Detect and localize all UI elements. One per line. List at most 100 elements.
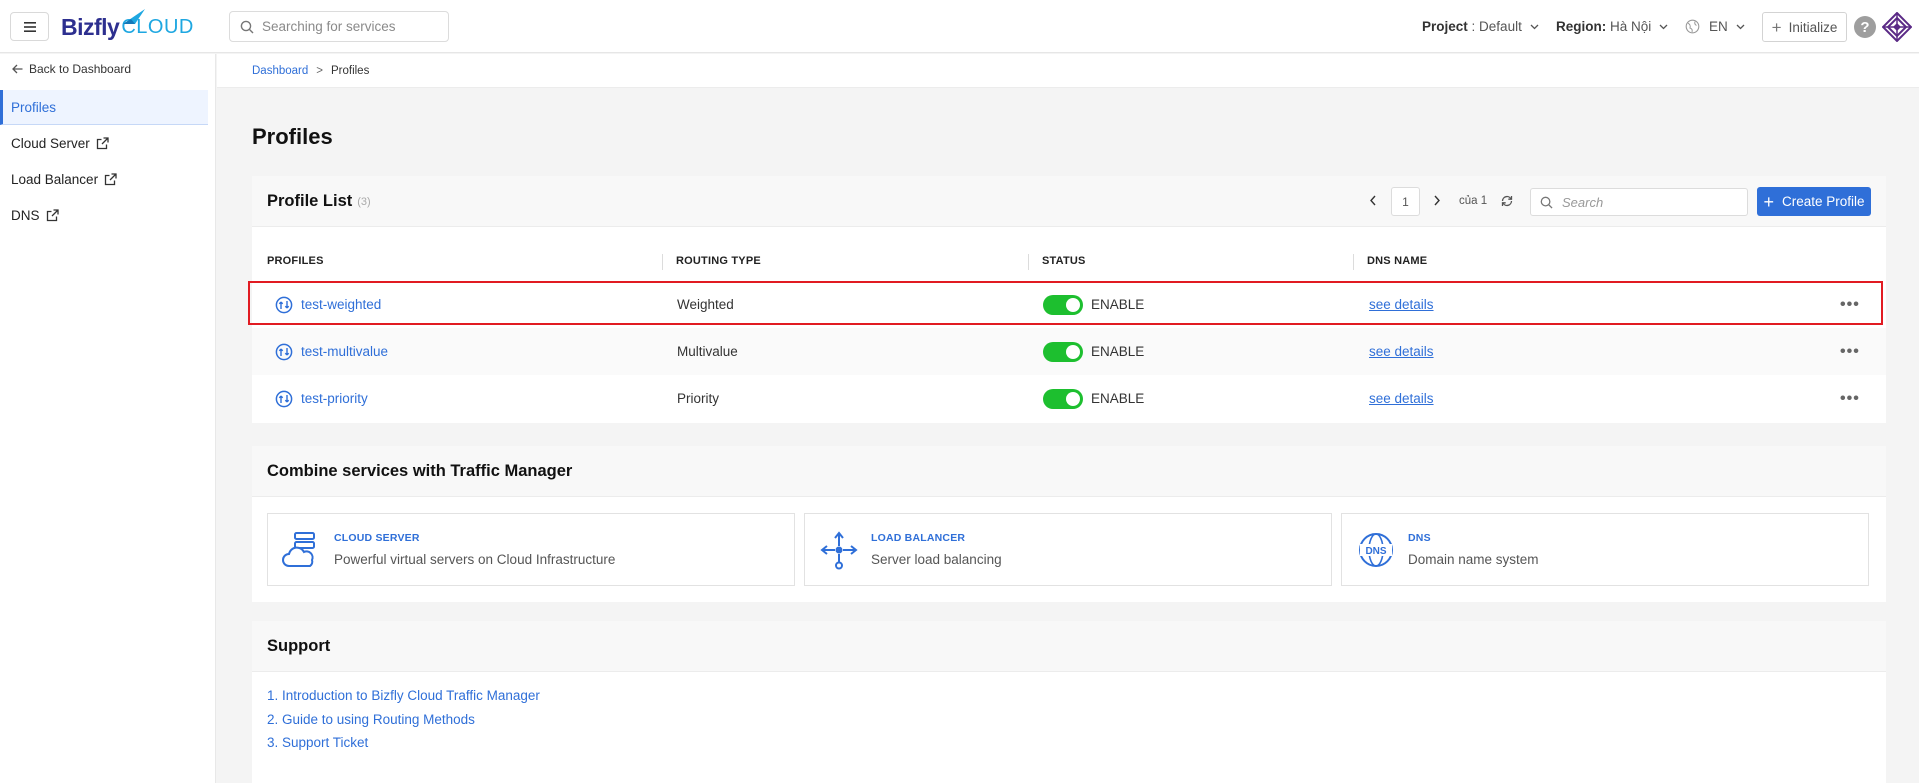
region-selector[interactable]: Region: Hà Nội [1556, 0, 1668, 53]
page-number-input[interactable]: 1 [1391, 187, 1420, 216]
profile-name: test-priority [301, 391, 368, 406]
profile-count: (3) [357, 196, 371, 208]
brand-name-bizfly: Bizfly [61, 14, 120, 40]
service-name: DNS [1408, 532, 1431, 544]
support-link-routing-guide[interactable]: 2. Guide to using Routing Methods [267, 712, 475, 727]
user-avatar[interactable] [1882, 12, 1912, 42]
create-profile-button[interactable]: + Create Profile [1757, 187, 1871, 216]
table-row[interactable]: test-weighted Weighted ENABLE see detail… [252, 281, 1886, 328]
dns-cell: see details [1369, 281, 1434, 328]
status-text: ENABLE [1091, 297, 1145, 312]
profile-name-link[interactable]: test-weighted [275, 281, 381, 328]
traffic-profile-icon [275, 296, 293, 313]
dns-cell: see details [1369, 328, 1434, 375]
chevron-down-icon [1530, 24, 1539, 29]
profile-name-link[interactable]: test-priority [275, 375, 368, 422]
profile-name-link[interactable]: test-multivalue [275, 328, 388, 375]
chevron-right-icon[interactable] [1433, 195, 1441, 206]
breadcrumb-current: Profiles [330, 64, 370, 77]
table-row[interactable]: test-multivalue Multivalue ENABLE see de… [252, 328, 1886, 375]
more-actions-icon[interactable]: ••• [1840, 281, 1860, 328]
chevron-down-icon [1736, 24, 1745, 29]
table-header: PROFILES ROUTING TYPE STATUS DNS NAME [252, 245, 1886, 277]
profile-name: test-weighted [301, 297, 382, 312]
status-toggle[interactable] [1043, 341, 1083, 362]
initialize-button[interactable]: + Initialize [1762, 12, 1847, 42]
sidebar-item-profiles[interactable]: Profiles [0, 90, 208, 125]
see-details-link[interactable]: see details [1369, 391, 1434, 406]
column-header-dns-name: DNS NAME [1367, 255, 1428, 267]
service-description: Powerful virtual servers on Cloud Infras… [334, 552, 616, 567]
service-description: Server load balancing [871, 552, 1002, 567]
refresh-icon[interactable] [1500, 194, 1514, 208]
region-value: Hà Nội [1610, 19, 1652, 34]
plus-icon: + [1763, 191, 1774, 212]
column-header-routing-type: ROUTING TYPE [676, 255, 761, 267]
sidebar-item-label: DNS [11, 208, 40, 223]
sidebar-item-cloud-server[interactable]: Cloud Server [0, 126, 208, 161]
search-icon [1540, 196, 1553, 209]
dns-cell: see details [1369, 375, 1434, 422]
support-link-ticket[interactable]: 3. Support Ticket [267, 735, 368, 750]
support-link-introduction[interactable]: 1. Introduction to Bizfly Cloud Traffic … [267, 688, 540, 703]
service-description: Domain name system [1408, 552, 1539, 567]
support-title: Support [267, 636, 331, 655]
service-name: CLOUD SERVER [334, 532, 420, 544]
column-header-status: STATUS [1042, 255, 1086, 267]
status-toggle[interactable] [1043, 388, 1083, 409]
initialize-label: Initialize [1788, 19, 1838, 35]
dns-globe-icon: DNS [1359, 532, 1393, 567]
top-bar: Bizfly CLOUD Searching for services Proj… [0, 0, 1919, 53]
load-balancer-icon [820, 530, 858, 569]
create-profile-label: Create Profile [1781, 194, 1865, 209]
status-cell: ENABLE [1043, 328, 1144, 375]
table-row[interactable]: test-priority Priority ENABLE see detail… [252, 375, 1886, 422]
hamburger-icon [23, 21, 36, 32]
breadcrumb-separator: > [316, 64, 323, 77]
external-link-icon [104, 173, 117, 186]
profile-search-placeholder: Search [1562, 194, 1604, 210]
profile-list-title: Profile List [267, 191, 353, 210]
more-actions-icon[interactable]: ••• [1840, 375, 1860, 422]
sidebar-item-label: Cloud Server [11, 136, 90, 151]
breadcrumb: Dashboard > Profiles [217, 54, 1919, 88]
status-toggle[interactable] [1043, 294, 1083, 315]
chevron-down-icon [1659, 24, 1668, 29]
column-divider [1353, 254, 1354, 270]
logo-wing-icon [123, 9, 145, 24]
profile-name: test-multivalue [301, 344, 389, 359]
language-selector[interactable]: EN [1685, 0, 1745, 53]
sidebar-item-load-balancer[interactable]: Load Balancer [0, 162, 208, 197]
service-card-cloud-server[interactable]: CLOUD SERVER Powerful virtual servers on… [267, 513, 795, 586]
chevron-left-icon[interactable] [1369, 195, 1377, 206]
help-button[interactable]: ? [1854, 16, 1876, 38]
bizfly-logo[interactable]: Bizfly CLOUD [61, 9, 194, 42]
arrow-left-icon [12, 64, 23, 74]
back-to-dashboard-link[interactable]: Back to Dashboard [12, 62, 131, 76]
routing-type: Weighted [677, 297, 734, 312]
sidebar-item-label: Load Balancer [11, 172, 99, 187]
hamburger-menu-button[interactable] [10, 12, 49, 41]
see-details-link[interactable]: see details [1369, 297, 1434, 312]
column-divider [1028, 254, 1029, 270]
service-search-input[interactable]: Searching for services [229, 11, 449, 42]
breadcrumb-dashboard-link[interactable]: Dashboard [252, 65, 308, 77]
sidebar-item-label: Profiles [11, 99, 57, 115]
search-icon [240, 20, 254, 33]
project-selector[interactable]: Project : Default [1422, 0, 1539, 53]
see-details-link[interactable]: see details [1369, 344, 1434, 359]
more-actions-icon[interactable]: ••• [1840, 328, 1860, 375]
globe-icon [1685, 19, 1700, 34]
sidebar-item-dns[interactable]: DNS [0, 198, 208, 233]
language-value: EN [1709, 19, 1728, 34]
back-label: Back to Dashboard [29, 62, 132, 76]
region-label: Region: [1556, 19, 1607, 34]
svg-text:DNS: DNS [1365, 546, 1386, 557]
status-text: ENABLE [1091, 391, 1145, 406]
page-total-label: của 1 [1459, 195, 1488, 207]
project-label: Project [1422, 19, 1468, 34]
status-text: ENABLE [1091, 344, 1145, 359]
service-card-dns[interactable]: DNS DNS Domain name system [1341, 513, 1869, 586]
service-card-load-balancer[interactable]: LOAD BALANCER Server load balancing [804, 513, 1332, 586]
profile-search-input[interactable]: Search [1530, 188, 1748, 216]
